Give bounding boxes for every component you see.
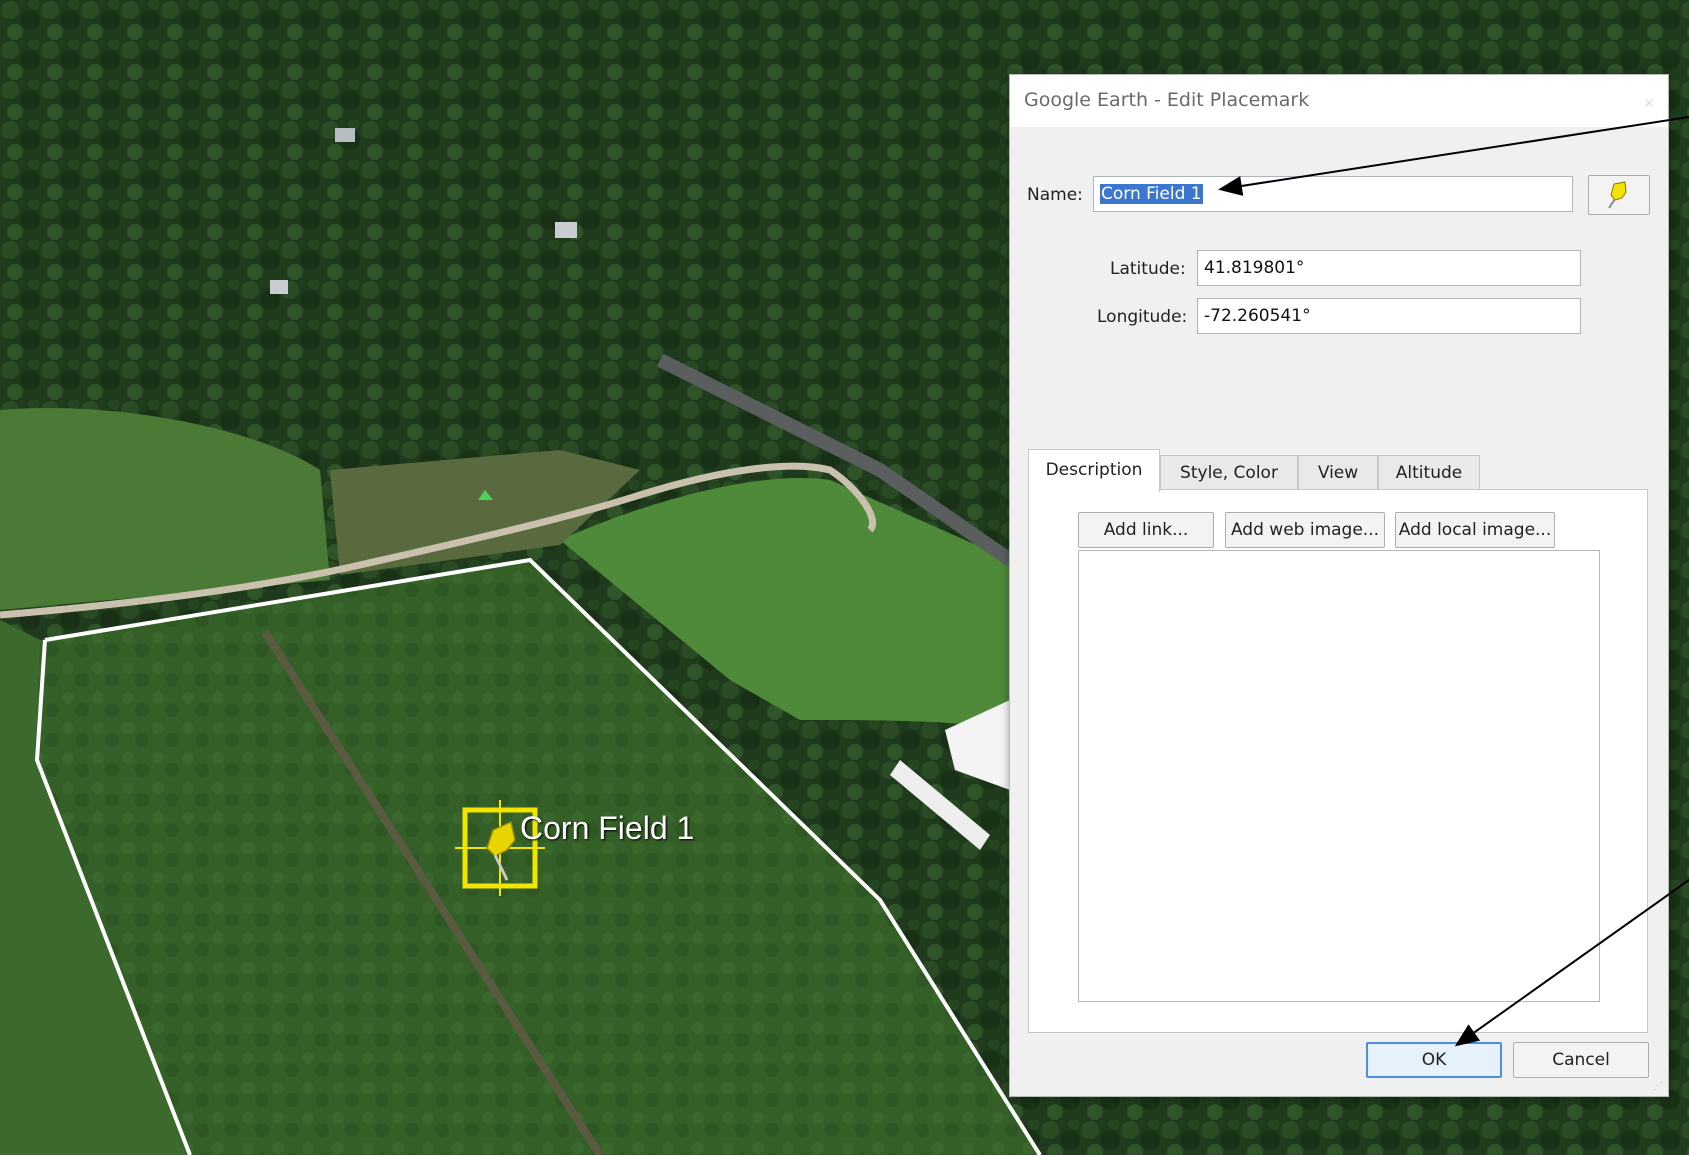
edit-placemark-dialog: Google Earth - Edit Placemark ✕ Name: Co… <box>1009 74 1669 1097</box>
tab-altitude[interactable]: Altitude <box>1378 455 1480 491</box>
dialog-titlebar[interactable]: Google Earth - Edit Placemark ✕ <box>1010 75 1668 127</box>
resize-grip-icon[interactable]: ⋰ <box>1653 1081 1665 1093</box>
add-link-button[interactable]: Add link... <box>1078 512 1214 548</box>
tab-style-color[interactable]: Style, Color <box>1160 455 1298 491</box>
yellow-pushpin-icon <box>1608 181 1627 209</box>
latitude-input[interactable]: 41.819801° <box>1197 250 1581 286</box>
tab-view[interactable]: View <box>1298 455 1378 491</box>
name-input-value: Corn Field 1 <box>1100 184 1203 204</box>
name-input[interactable]: Corn Field 1 <box>1093 176 1573 212</box>
latitude-label: Latitude: <box>1110 259 1186 279</box>
cancel-button[interactable]: Cancel <box>1513 1042 1649 1078</box>
tab-description[interactable]: Description <box>1028 449 1160 492</box>
add-local-image-button[interactable]: Add local image... <box>1395 512 1555 548</box>
placemark-icon-button[interactable] <box>1588 175 1650 215</box>
description-panel: Add link... Add web image... Add local i… <box>1028 489 1648 1033</box>
name-label: Name: <box>1027 185 1083 205</box>
add-web-image-button[interactable]: Add web image... <box>1225 512 1385 548</box>
ok-button[interactable]: OK <box>1366 1042 1502 1078</box>
dialog-title: Google Earth - Edit Placemark <box>1024 89 1310 111</box>
longitude-label: Longitude: <box>1097 307 1188 327</box>
longitude-input[interactable]: -72.260541° <box>1197 298 1581 334</box>
description-textarea[interactable] <box>1078 550 1600 1002</box>
close-icon[interactable]: ✕ <box>1634 89 1664 119</box>
placemark-label: Corn Field 1 <box>520 810 695 846</box>
